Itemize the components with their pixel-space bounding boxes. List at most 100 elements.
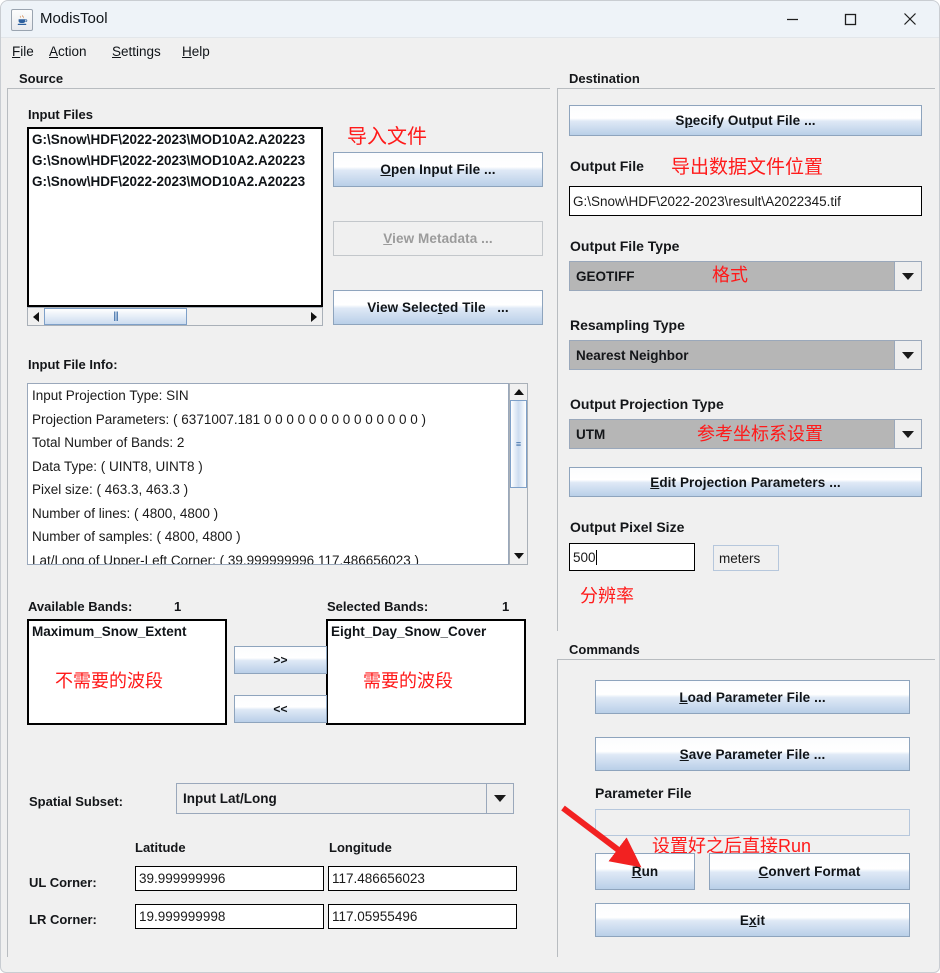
spatial-subset-label: Spatial Subset: [29,794,123,809]
source-panel: Source Input Files G:\Snow\HDF\2022-2023… [7,71,550,957]
load-parameter-file-button[interactable]: Load Parameter File ... [595,680,910,714]
output-projection-type-label: Output Projection Type [570,396,724,412]
parameter-file-label: Parameter File [595,785,692,801]
scroll-up-icon[interactable] [510,384,527,400]
output-pixel-size-label: Output Pixel Size [570,519,685,535]
destination-panel-title: Destination [569,71,646,86]
output-file-type-value: GEOTIFF [576,268,635,284]
resampling-type-label: Resampling Type [570,317,685,333]
vscroll-track[interactable]: ≡ [510,400,527,548]
lr-latitude-field[interactable]: 19.999999998 [135,904,324,929]
list-item[interactable]: Eight_Day_Snow_Cover [328,621,524,642]
remove-band-button[interactable]: << [234,695,327,723]
unneeded-band-annotation: 不需要的波段 [55,671,163,691]
chevron-down-icon[interactable] [894,341,921,369]
text-caret [595,549,597,565]
scroll-right-icon[interactable] [306,308,322,325]
menu-bar: File Action Settings Help [1,38,939,65]
list-item: Lat/Long of Upper-Left Corner: ( 39.9999… [32,552,420,565]
window-title: ModisTool [40,10,108,27]
list-item: Number of lines: ( 4800, 4800 ) [32,505,219,521]
exit-button[interactable]: Exit [595,903,910,937]
exit-label: Exit [739,912,766,928]
list-item: Number of samples: ( 4800, 4800 ) [32,529,241,544]
save-parameter-file-button[interactable]: Save Parameter File ... [595,737,910,771]
input-file-info-label: Input File Info: [28,357,118,372]
load-parameter-file-label: Load Parameter File ... [679,689,826,705]
input-files-hscrollbar[interactable]: ||| [27,307,323,326]
list-item: Data Type: ( UINT8, UINT8 ) [32,458,203,474]
spatial-subset-combo[interactable]: Input Lat/Long [176,783,514,814]
specify-output-file-label: Specify Output File ... [675,113,816,128]
source-panel-title: Source [19,71,70,86]
convert-format-button[interactable]: Convert Format [709,853,910,890]
menu-item-settings-rest: ettings [121,44,161,59]
list-item[interactable]: Maximum_Snow_Extent [29,621,225,642]
run-arrow-annotation [561,805,642,868]
input-file-info-vscrollbar[interactable]: ≡ [509,383,528,565]
output-file-field[interactable]: G:\Snow\HDF\2022-2023\result\A2022345.ti… [569,186,922,216]
list-item: Total Number of Bands: 2 [32,435,185,450]
hscroll-thumb[interactable]: ||| [44,308,187,325]
destination-panel: Destination Specify Output File ... Outp… [557,71,935,631]
java-cup-icon [11,9,33,31]
menu-item-action[interactable]: Action [45,42,91,61]
menu-item-file-rest: ile [20,44,34,59]
chevron-down-icon[interactable] [894,262,921,290]
commands-panel: Commands Load Parameter File ... Save Pa… [557,642,935,957]
resampling-type-value: Nearest Neighbor [576,347,689,363]
chevron-down-icon[interactable] [894,420,921,448]
add-band-button[interactable]: >> [234,646,327,674]
output-file-label: Output File [570,158,644,174]
vscroll-grip: ≡ [515,438,522,449]
output-file-annotation: 导出数据文件位置 [671,157,824,178]
open-input-file-label: Open Input File ... [380,162,496,177]
spatial-subset-value: Input Lat/Long [183,791,277,806]
units-field: meters [713,545,779,571]
close-icon[interactable] [887,1,933,37]
longitude-header: Longitude [329,840,392,855]
ul-longitude-field[interactable]: 117.486656023 [328,866,517,891]
ul-latitude-field[interactable]: 39.999999996 [135,866,324,891]
resampling-type-combo[interactable]: Nearest Neighbor [569,340,922,370]
view-metadata-button[interactable]: View Metadata ... [333,221,543,256]
needed-band-annotation: 需要的波段 [363,671,453,691]
maximize-icon[interactable] [827,1,873,37]
menu-item-help[interactable]: Help [178,42,214,61]
list-item[interactable]: G:\Snow\HDF\2022-2023\MOD10A2.A20223 [29,150,321,171]
menu-item-settings[interactable]: Settings [108,42,165,61]
menu-item-file[interactable]: File [8,42,38,61]
edit-projection-parameters-label: Edit Projection Parameters ... [650,474,841,490]
input-files-list[interactable]: G:\Snow\HDF\2022-2023\MOD10A2.A20223 G:\… [27,127,323,307]
open-input-file-button[interactable]: Open Input File ... [333,152,543,187]
list-item: Pixel size: ( 463.3, 463.3 ) [32,482,189,497]
minimize-icon[interactable] [769,1,815,37]
output-pixel-size-value: 500 [573,549,596,565]
input-file-info-list[interactable]: Input Projection Type: SIN Projection Pa… [27,383,509,565]
hscroll-track[interactable]: ||| [44,308,306,325]
output-pixel-size-field[interactable]: 500 [569,543,695,571]
title-bar: ModisTool [1,1,939,38]
latitude-header: Latitude [135,840,186,855]
ul-corner-label: UL Corner: [29,875,97,890]
list-item: Input Projection Type: SIN [32,388,189,403]
specify-output-file-button[interactable]: Specify Output File ... [569,105,922,136]
vscroll-thumb[interactable]: ≡ [510,400,527,488]
list-item[interactable]: G:\Snow\HDF\2022-2023\MOD10A2.A20223 [29,171,321,192]
list-item[interactable]: G:\Snow\HDF\2022-2023\MOD10A2.A20223 [29,129,321,150]
edit-projection-parameters-button[interactable]: Edit Projection Parameters ... [569,467,922,497]
chevron-down-icon[interactable] [486,784,513,813]
scroll-left-icon[interactable] [28,308,44,325]
available-bands-count: 1 [174,599,182,614]
import-file-annotation: 导入文件 [347,126,427,148]
scroll-down-icon[interactable] [510,548,527,564]
list-item: Projection Parameters: ( 6371007.181 0 0… [32,411,427,427]
view-selected-tile-button[interactable]: View Selected Tile ... [333,290,543,325]
lr-corner-label: LR Corner: [29,912,97,927]
selected-bands-label: Selected Bands: [327,599,429,614]
format-annotation: 格式 [712,265,748,285]
menu-item-help-rest: elp [191,44,210,59]
view-selected-tile-label: View Selected Tile ... [367,300,509,315]
selected-bands-count: 1 [502,599,510,614]
lr-longitude-field[interactable]: 117.05955496 [328,904,517,929]
